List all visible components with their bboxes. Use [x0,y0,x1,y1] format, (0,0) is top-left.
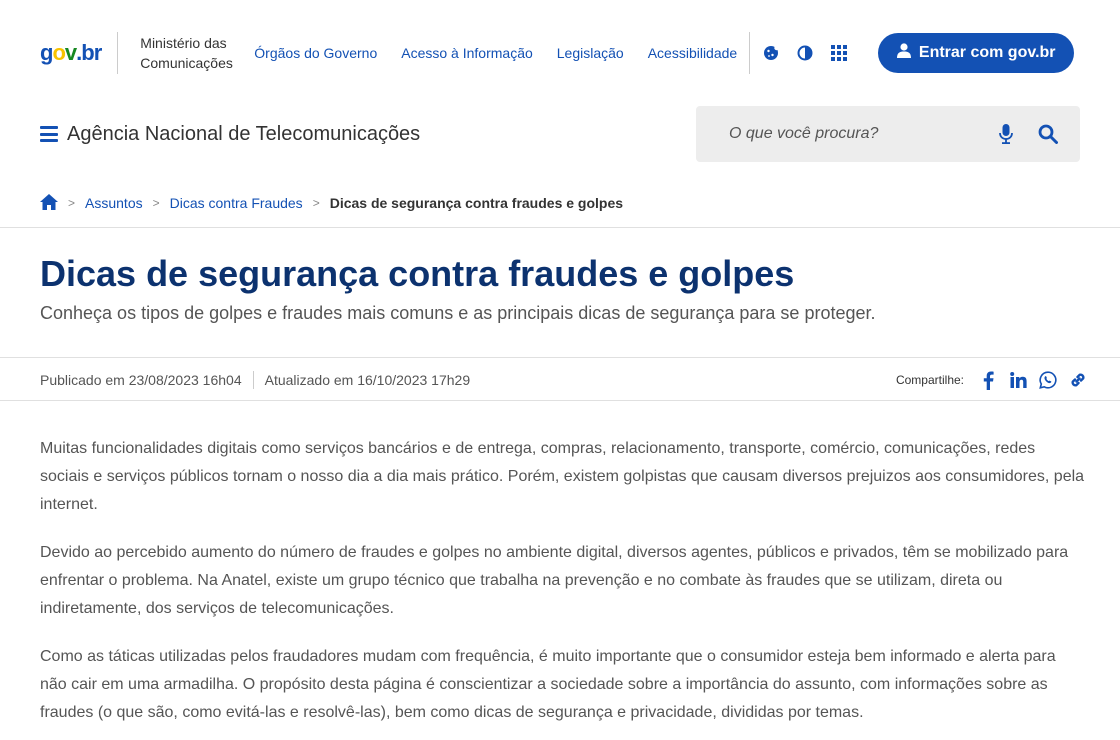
ministry-name: Ministério das Comunicações [140,35,233,71]
govbr-logo[interactable]: g o v. br [40,31,102,75]
breadcrumb-separator: > [312,196,320,210]
apps-grid-icon[interactable] [830,44,848,62]
agency-name[interactable]: Agência Nacional de Telecomunicações [67,123,420,146]
page-subtitle: Conheça os tipos de golpes e fraudes mai… [40,303,876,323]
home-icon[interactable] [40,193,58,213]
link-orgaos-do-governo[interactable]: Órgãos do Governo [254,45,377,61]
breadcrumb-assuntos[interactable]: Assuntos [85,195,143,211]
menu-icon[interactable] [40,126,58,142]
divider [0,357,1120,358]
tools-divider [749,32,751,74]
header-tools [762,44,848,62]
user-icon [896,43,911,63]
link-legislacao[interactable]: Legislação [557,45,624,61]
updated-date: Atualizado em 16/10/2023 17h29 [264,372,471,388]
copy-link-icon[interactable] [1068,370,1088,390]
search-icon[interactable] [1038,124,1058,144]
microphone-icon[interactable] [996,124,1016,144]
share-bar: Compartilhe: [896,368,1088,392]
divider [0,400,1120,401]
login-govbr-button[interactable]: Entrar com gov.br [878,33,1075,73]
breadcrumb: > Assuntos > Dicas contra Fraudes > Dica… [40,192,623,214]
link-acesso-a-informacao[interactable]: Acesso à Informação [401,45,533,61]
breadcrumb-dicas-contra-fraudes[interactable]: Dicas contra Fraudes [170,195,303,211]
cookie-icon[interactable] [762,44,780,62]
nav-row: Agência Nacional de Telecomunicações O q… [40,106,1080,162]
meta-divider [252,371,254,389]
header-divider [117,32,119,74]
breadcrumb-separator: > [152,196,160,210]
contrast-icon[interactable] [796,44,814,62]
divider [0,227,1120,228]
share-label: Compartilhe: [895,373,964,387]
paragraph: Devido ao percebido aumento do número de… [40,544,1069,617]
breadcrumb-current: Dicas de segurança contra fraudes e golp… [329,195,624,211]
publication-info: Publicado em 23/08/2023 16h04 Atualizado… [40,370,470,390]
search-bar[interactable]: O que você procura? [696,106,1080,162]
paragraph: Como as táticas utilizadas pelos fraudad… [40,648,1056,721]
page-title: Dicas de segurança contra fraudes e golp… [40,253,795,294]
search-input[interactable]: O que você procura? [729,125,996,143]
link-acessibilidade[interactable]: Acessibilidade [648,45,738,61]
facebook-icon[interactable] [978,370,998,390]
top-header: g o v. br Ministério das Comunicações Órgão… [40,31,1080,75]
login-label: Entrar com gov.br [918,44,1056,61]
article-body: Muitas funcionalidades digitais como ser… [40,435,1085,740]
whatsapp-icon[interactable] [1038,370,1058,390]
top-links: Órgãos do Governo Acesso à Informação Le… [254,45,761,61]
published-date: Publicado em 23/08/2023 16h04 [40,372,242,388]
breadcrumb-separator: > [68,196,76,210]
paragraph: Muitas funcionalidades digitais como ser… [40,440,1085,513]
linkedin-icon[interactable] [1008,370,1028,390]
